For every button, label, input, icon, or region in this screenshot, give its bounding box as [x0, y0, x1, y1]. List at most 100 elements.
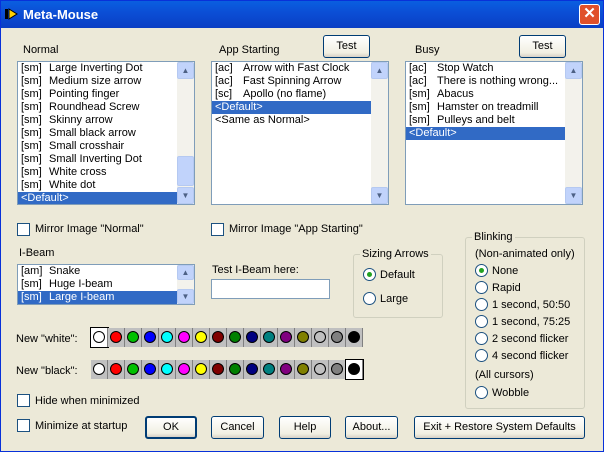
color-swatch[interactable] [346, 328, 363, 347]
color-swatch[interactable] [108, 328, 125, 347]
sizing-default-radio[interactable] [363, 268, 376, 281]
blinking-option-radio[interactable] [475, 332, 488, 345]
color-swatch[interactable] [210, 360, 227, 379]
color-swatch[interactable] [125, 328, 142, 347]
color-swatch[interactable] [176, 360, 193, 379]
busy-cursor-list[interactable]: [ac] Stop Watch [ac] There is nothing wrong… [405, 61, 583, 205]
list-item[interactable]: [sm] Roundhead Screw [18, 101, 177, 114]
scroll-up-button[interactable]: ▲ [177, 265, 194, 280]
list-item[interactable]: <Default> [406, 127, 565, 140]
list-item[interactable]: [sc] Apollo (no flame) [212, 88, 371, 101]
color-swatch[interactable] [312, 360, 329, 379]
cancel-button[interactable]: Cancel [211, 416, 264, 439]
list-item[interactable]: [sm] Large Inverting Dot [18, 62, 177, 75]
mirror-normal-checkbox[interactable] [17, 223, 30, 236]
app-starting-list-scrollbar[interactable]: ▲ ▼ [371, 62, 388, 204]
minimize-at-startup-checkbox[interactable] [17, 419, 30, 432]
test-ibeam-field[interactable] [211, 279, 330, 299]
color-swatch[interactable] [108, 360, 125, 379]
blinking-option-radio[interactable] [475, 315, 488, 328]
list-item[interactable]: [sm] Huge I-beam [18, 278, 177, 291]
list-item[interactable]: [sm] Skinny arrow [18, 114, 177, 127]
scroll-up-button[interactable]: ▲ [565, 62, 582, 79]
scroll-thumb[interactable] [177, 156, 194, 186]
color-swatch[interactable] [244, 328, 261, 347]
about-button[interactable]: About... [345, 416, 398, 439]
color-swatch[interactable] [159, 328, 176, 347]
blinking-option-radio[interactable] [475, 281, 488, 294]
color-swatch[interactable] [210, 328, 227, 347]
scroll-up-button[interactable]: ▲ [371, 62, 388, 79]
color-swatch[interactable] [261, 328, 278, 347]
color-swatch[interactable] [278, 328, 295, 347]
title-bar[interactable]: Meta-Mouse ✕ [1, 1, 603, 28]
scroll-up-button[interactable]: ▲ [177, 62, 194, 79]
exit-restore-defaults-button[interactable]: Exit + Restore System Defaults [414, 416, 585, 439]
close-button[interactable]: ✕ [579, 4, 600, 25]
list-item[interactable]: [am] Snake [18, 265, 177, 278]
list-item[interactable]: [sm] Abacus [406, 88, 565, 101]
sizing-large-radio[interactable] [363, 292, 376, 305]
scroll-down-button[interactable]: ▼ [177, 289, 194, 304]
list-item[interactable]: <Same as Normal> [212, 114, 371, 127]
color-swatch[interactable] [125, 360, 142, 379]
ibeam-list-scrollbar[interactable]: ▲ ▼ [177, 265, 194, 304]
color-swatch[interactable] [176, 328, 193, 347]
list-item[interactable]: <Default> [212, 101, 371, 114]
app-starting-test-button[interactable]: Test [323, 35, 370, 58]
busy-list-scrollbar[interactable]: ▲ ▼ [565, 62, 582, 204]
blinking-option-radio[interactable] [475, 264, 488, 277]
blinking-option-radio[interactable] [475, 349, 488, 362]
scroll-down-button[interactable]: ▼ [177, 187, 194, 204]
help-button[interactable]: Help [279, 416, 331, 439]
color-swatch[interactable] [295, 360, 312, 379]
cursor-type-tag: [sm] [21, 278, 42, 290]
color-swatch[interactable] [193, 360, 210, 379]
new-black-palette[interactable] [91, 359, 364, 380]
list-item[interactable]: <Default> [18, 192, 177, 204]
scroll-down-button[interactable]: ▼ [565, 187, 582, 204]
hide-when-minimized-checkbox[interactable] [17, 394, 30, 407]
ok-button[interactable]: OK [145, 416, 197, 439]
list-item[interactable]: [sm] Pulleys and belt [406, 114, 565, 127]
color-swatch[interactable] [329, 328, 346, 347]
list-item[interactable]: [sm] Medium size arrow [18, 75, 177, 88]
color-swatch[interactable] [278, 360, 295, 379]
color-swatch[interactable] [312, 328, 329, 347]
color-swatch[interactable] [261, 360, 278, 379]
list-item[interactable]: [sm] Small crosshair [18, 140, 177, 153]
list-item[interactable]: [ac] Stop Watch [406, 62, 565, 75]
color-swatch[interactable] [159, 360, 176, 379]
color-swatch[interactable] [329, 360, 346, 379]
busy-test-button[interactable]: Test [519, 35, 566, 58]
list-item[interactable]: [sm] Hamster on treadmill [406, 101, 565, 114]
color-swatch[interactable] [227, 328, 244, 347]
list-item[interactable]: [ac] Arrow with Fast Clock [212, 62, 371, 75]
normal-list-scrollbar[interactable]: ▲ ▼ [177, 62, 194, 204]
list-item[interactable]: [ac] Fast Spinning Arrow [212, 75, 371, 88]
scroll-down-button[interactable]: ▼ [371, 187, 388, 204]
list-item[interactable]: [sm] Small black arrow [18, 127, 177, 140]
list-item[interactable]: [sm] Small Inverting Dot [18, 153, 177, 166]
app-starting-cursor-list[interactable]: [ac] Arrow with Fast Clock [ac] Fast Spinni… [211, 61, 389, 205]
color-swatch[interactable] [142, 328, 159, 347]
list-item[interactable]: [sm] White dot [18, 179, 177, 192]
ibeam-cursor-list[interactable]: [am] Snake [sm] Huge I-beam [sm] Large I-beam… [17, 264, 195, 305]
color-swatch[interactable] [345, 359, 364, 380]
color-swatch[interactable] [295, 328, 312, 347]
color-swatch[interactable] [193, 328, 210, 347]
color-swatch[interactable] [90, 327, 109, 348]
mirror-app-starting-checkbox[interactable] [211, 223, 224, 236]
normal-cursor-list[interactable]: [sm] Large Inverting Dot [sm] Medium size a… [17, 61, 195, 205]
wobble-radio[interactable] [475, 386, 488, 399]
list-item[interactable]: [sm] Pointing finger [18, 88, 177, 101]
list-item[interactable]: [sm] Large I-beam [18, 291, 177, 304]
color-swatch[interactable] [91, 360, 108, 379]
color-swatch[interactable] [244, 360, 261, 379]
blinking-option-radio[interactable] [475, 298, 488, 311]
new-white-palette[interactable] [90, 327, 363, 348]
color-swatch[interactable] [142, 360, 159, 379]
list-item[interactable]: [ac] There is nothing wrong... [406, 75, 565, 88]
list-item[interactable]: [sm] White cross [18, 166, 177, 179]
color-swatch[interactable] [227, 360, 244, 379]
